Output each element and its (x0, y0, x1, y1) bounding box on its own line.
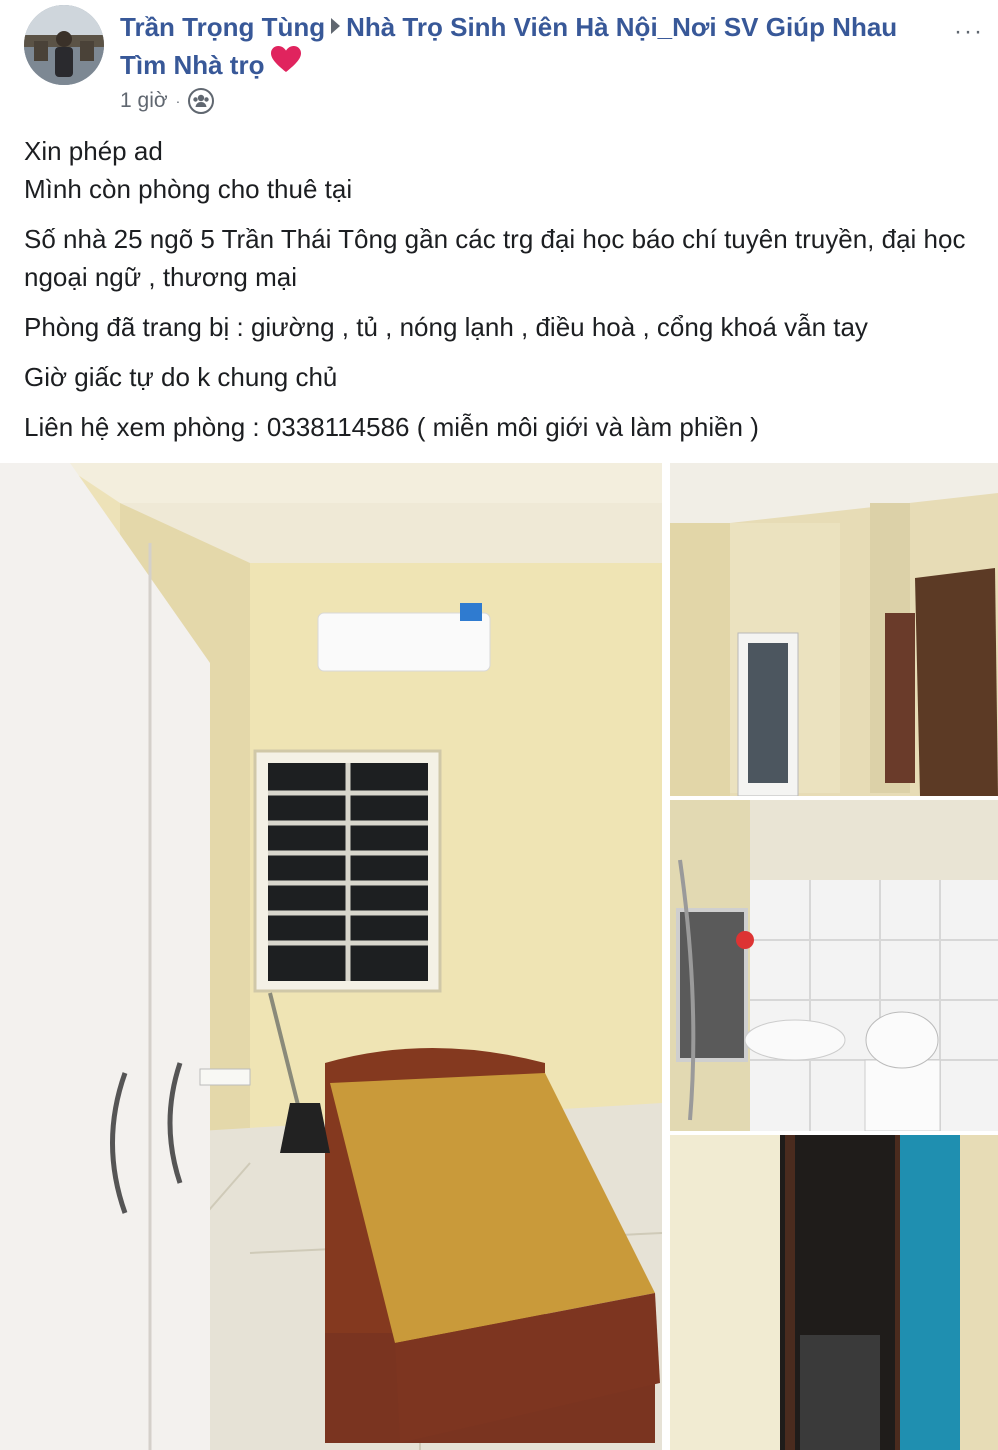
post-line: Liên hệ xem phòng : 0338114586 ( miễn mô… (24, 412, 759, 442)
photo-gallery (0, 463, 998, 1450)
post-header: Trần Trọng Tùng Nhà Trọ Sinh Viên Hà Nội_… (120, 8, 920, 86)
post-meta: 1 giờ · (120, 88, 215, 114)
post-line: Xin phép ad (24, 136, 163, 166)
post-line: Phòng đã trang bị : giường , tủ , nóng l… (24, 312, 868, 342)
meta-separator: · (175, 93, 181, 109)
hallway-photo[interactable] (670, 463, 998, 796)
post-timestamp[interactable]: 1 giờ (120, 89, 168, 113)
door-photo[interactable] (670, 1135, 998, 1450)
feed-post: Trần Trọng Tùng Nhà Trọ Sinh Viên Hà Nội_… (0, 0, 998, 1450)
post-body: Xin phép ad Mình còn phòng cho thuê tại … (24, 132, 984, 446)
more-options-button[interactable]: ··· (954, 18, 984, 46)
post-line: Giờ giấc tự do k chung chủ (24, 362, 338, 392)
group-icon[interactable] (188, 88, 215, 114)
bedroom-photo[interactable] (0, 463, 662, 1450)
author-name[interactable]: Trần Trọng Tùng (120, 12, 325, 42)
shared-to-arrow-icon (331, 18, 341, 35)
bathroom-photo[interactable] (670, 800, 998, 1131)
author-avatar[interactable] (24, 5, 104, 85)
post-line: Số nhà 25 ngõ 5 Trần Thái Tông gần các t… (24, 224, 966, 292)
post-line: Mình còn phòng cho thuê tại (24, 174, 353, 204)
heart-icon (270, 45, 302, 83)
